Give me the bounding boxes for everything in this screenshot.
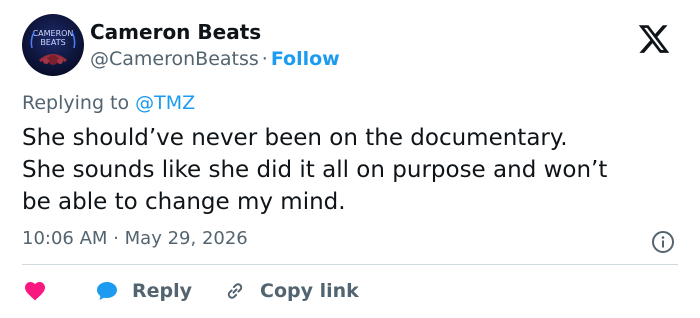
replying-to-handle[interactable]: @TMZ — [135, 92, 195, 114]
avatar-text-bottom: BEATS — [40, 38, 65, 47]
handle-separator: · — [261, 48, 268, 70]
link-icon — [227, 283, 243, 299]
avatar[interactable]: CAMERON BEATS — [22, 14, 84, 76]
timestamp-separator: · — [113, 228, 119, 249]
avatar-image: CAMERON BEATS — [22, 14, 84, 76]
heart-icon — [25, 282, 45, 301]
user-handle[interactable]: @CameronBeatss — [90, 48, 259, 70]
speech-bubble-icon — [97, 282, 117, 300]
tweet-date: May 29, 2026 — [124, 228, 248, 249]
display-name[interactable]: Cameron Beats — [90, 20, 261, 44]
tweet-text-line: She should’ve never been on the document… — [22, 125, 568, 151]
reply-context: Replying to @TMZ — [22, 92, 195, 114]
copy-link-label: Copy link — [260, 280, 359, 302]
tweet-text-line: be able to change my mind. — [22, 189, 346, 215]
action-bar: Reply Copy link — [22, 276, 389, 306]
divider — [22, 264, 678, 265]
handle-line: @CameronBeatss · Follow — [90, 48, 340, 70]
x-logo-icon[interactable] — [637, 22, 671, 56]
reply-button[interactable]: Reply — [94, 279, 192, 303]
like-button[interactable] — [22, 279, 48, 303]
follow-button[interactable]: Follow — [271, 48, 340, 70]
avatar-text-top: CAMERON — [33, 29, 74, 38]
copy-link-button[interactable]: Copy link — [222, 279, 359, 303]
info-icon[interactable] — [651, 230, 675, 254]
reply-label: Reply — [132, 280, 193, 302]
replying-to-label: Replying to — [22, 92, 130, 114]
tweet-embed: CAMERON BEATS Cameron Beats @CameronBeat… — [0, 0, 700, 318]
tweet-timestamp[interactable]: 10:06 AM · May 29, 2026 — [22, 228, 248, 249]
tweet-time: 10:06 AM — [22, 228, 108, 249]
tweet-text: She should’ve never been on the document… — [22, 122, 692, 218]
tweet-text-line: She sounds like she did it all on purpos… — [22, 157, 608, 183]
